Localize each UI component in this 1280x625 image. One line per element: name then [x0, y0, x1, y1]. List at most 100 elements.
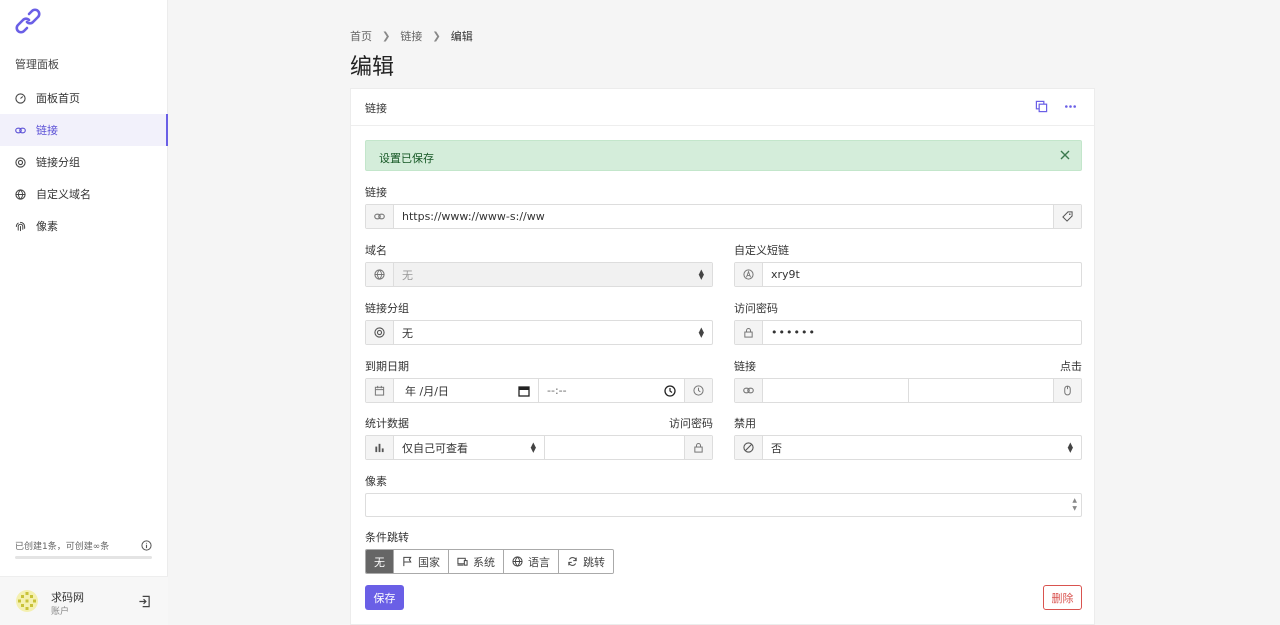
targeting-option-country[interactable]: 国家: [394, 550, 449, 573]
expiry-addon: [366, 379, 394, 402]
alert-message: 设置已保存: [379, 152, 434, 165]
url-input-group: https://www://www-s://ww: [365, 204, 1082, 229]
sidebar-heading: 管理面板: [15, 58, 59, 71]
alias-addon: [735, 263, 763, 286]
url-input[interactable]: https://www://www-s://ww: [394, 205, 1053, 228]
pixels-multiselect[interactable]: ▲ ▼: [365, 493, 1082, 517]
sidebar: 管理面板 面板首页 链接 链接分组 自定义域名 像素 已创建1条，可创建∞条 求…: [0, 0, 168, 625]
option-label: 语言: [528, 555, 550, 569]
more-options-icon[interactable]: [1064, 100, 1077, 113]
disabled-select-value: 否: [771, 441, 782, 455]
stats-visibility-value: 仅自己可查看: [402, 441, 468, 455]
fingerprint-icon: [15, 221, 26, 231]
disabled-select-group: 否 ▲ ▼: [734, 435, 1082, 460]
close-icon[interactable]: [1059, 149, 1071, 161]
card-header: 链接: [351, 89, 1094, 126]
calendar-picker-icon[interactable]: [518, 385, 530, 397]
password-addon: [735, 321, 763, 344]
dashboard-icon: [15, 92, 26, 104]
user-panel[interactable]: 求码网 账户: [0, 576, 168, 625]
option-label: 系统: [473, 555, 495, 569]
expiry-time-input[interactable]: --:--: [539, 379, 684, 402]
option-label: 国家: [418, 555, 440, 569]
link-icon: [743, 387, 754, 394]
stats-addon: [366, 436, 394, 459]
click-label: 点击: [1060, 360, 1082, 373]
targeting-option-rotation[interactable]: 跳转: [559, 550, 613, 573]
lock-icon: [694, 442, 703, 453]
mouse-icon: [1064, 385, 1071, 396]
expiry-input-group: 年 /月/日 --:--: [365, 378, 713, 403]
sidebar-item-custom-domains[interactable]: 自定义域名: [0, 178, 168, 210]
expiry-date-input[interactable]: 年 /月/日: [394, 379, 539, 402]
sidebar-item-dashboard[interactable]: 面板首页: [0, 82, 168, 114]
url-label: 链接: [365, 186, 387, 199]
option-label: 跳转: [583, 555, 605, 569]
targeting-option-language[interactable]: 语言: [504, 550, 559, 573]
mouse-addon: [1053, 379, 1081, 402]
option-label: 无: [374, 555, 385, 569]
expiry-link-url-input[interactable]: [763, 379, 909, 402]
date-placeholder: 年 /月/日: [405, 384, 449, 398]
flag-icon: [403, 556, 412, 567]
copy-icon[interactable]: [1035, 100, 1048, 113]
stats-visibility-select[interactable]: 仅自己可查看 ▲ ▼: [394, 436, 545, 459]
expiry-label: 到期日期: [365, 360, 409, 373]
time-placeholder: --:--: [547, 384, 567, 397]
ban-icon: [743, 442, 754, 453]
targeting-segmented-control: 无 国家 系统 语言 跳转: [365, 549, 614, 574]
delete-button[interactable]: 删除: [1043, 585, 1082, 610]
link-icon: [15, 127, 26, 133]
password-input[interactable]: ••••••: [763, 321, 1081, 344]
user-name: 求码网: [51, 591, 84, 604]
quota-info: 已创建1条，可创建∞条: [15, 539, 152, 552]
stats-password-input[interactable]: [545, 436, 684, 459]
sidebar-item-label: 自定义域名: [36, 188, 91, 201]
globe-icon: [15, 188, 26, 200]
bar-chart-icon: [375, 443, 384, 453]
targeting-label: 条件跳转: [365, 531, 409, 544]
sidebar-item-pixels[interactable]: 像素: [0, 210, 168, 242]
select-caret-icon: ▲ ▼: [698, 326, 704, 339]
disabled-label: 禁用: [734, 417, 756, 430]
scroll-arrows-icon[interactable]: ▲ ▼: [1072, 497, 1077, 513]
stats-password-label: 访问密码: [669, 417, 713, 430]
tag-button[interactable]: [1053, 205, 1081, 228]
sidebar-item-label: 面板首页: [36, 92, 80, 105]
alias-input-group: xry9t: [734, 262, 1082, 287]
targeting-option-os[interactable]: 系统: [449, 550, 504, 573]
page-title: 编辑: [350, 55, 395, 80]
link-icon: [374, 213, 385, 220]
sidebar-nav: 面板首页 链接 链接分组 自定义域名 像素: [0, 82, 168, 242]
user-role: 账户: [51, 607, 70, 617]
rotate-icon: [568, 557, 577, 566]
breadcrumb-links[interactable]: 链接: [400, 28, 422, 44]
sidebar-item-label: 像素: [36, 220, 58, 233]
disabled-addon: [735, 436, 763, 459]
quota-progress-bar: [15, 556, 152, 559]
logo-link-icon[interactable]: [15, 8, 41, 34]
alias-input[interactable]: xry9t: [763, 263, 1081, 286]
info-icon[interactable]: [141, 540, 152, 551]
save-button[interactable]: 保存: [365, 585, 404, 610]
sidebar-item-label: 链接: [36, 124, 58, 137]
clock-icon: [693, 385, 704, 396]
domain-select-value: 无: [402, 268, 413, 282]
sidebar-item-links[interactable]: 链接: [0, 114, 168, 146]
clock-picker-icon[interactable]: [664, 385, 676, 397]
domain-label: 域名: [365, 244, 387, 257]
edit-link-card: 链接 设置已保存 链接 https://www://www-s://ww 域名 …: [350, 88, 1095, 625]
at-sign-icon: [743, 269, 754, 280]
disabled-select[interactable]: 否 ▲ ▼: [763, 436, 1081, 459]
alias-label: 自定义短链: [734, 244, 789, 257]
group-select-value: 无: [402, 326, 413, 340]
sidebar-item-label: 链接分组: [36, 156, 80, 169]
clock-addon: [684, 379, 712, 402]
targeting-option-none[interactable]: 无: [366, 550, 394, 573]
breadcrumb-home[interactable]: 首页: [350, 28, 372, 44]
expiry-clicks-input[interactable]: [909, 379, 1054, 402]
sidebar-item-link-groups[interactable]: 链接分组: [0, 146, 168, 178]
stats-input-group: 仅自己可查看 ▲ ▼: [365, 435, 713, 460]
logout-icon[interactable]: [138, 595, 151, 608]
group-select[interactable]: 无 ▲ ▼: [394, 321, 712, 344]
